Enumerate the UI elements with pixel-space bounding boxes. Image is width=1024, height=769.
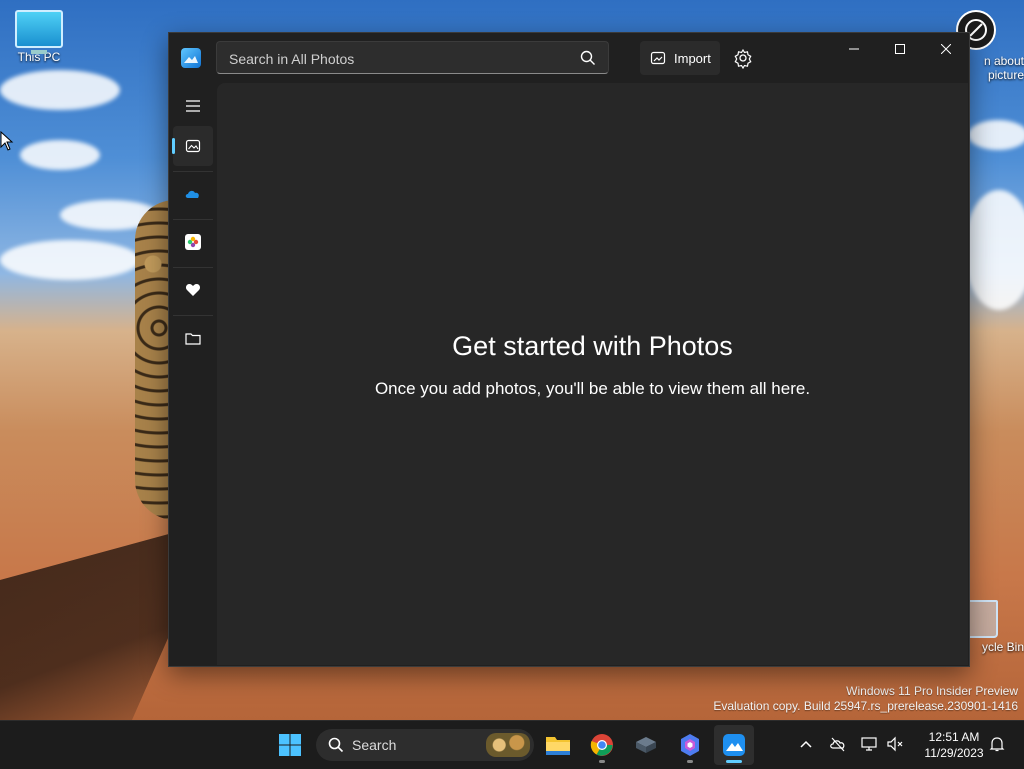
network-icon[interactable] — [860, 735, 878, 753]
desktop-icon-recycle-bin[interactable]: ycle Bin — [962, 600, 1024, 654]
clock-time: 12:51 AM — [928, 730, 980, 744]
watermark-line: Windows 11 Pro Insider Preview — [846, 684, 1018, 698]
os-watermark: Windows 11 Pro Insider Preview Evaluatio… — [713, 684, 1018, 714]
desktop-icon-label: picture — [987, 68, 1024, 82]
taskbar-file-explorer[interactable] — [538, 725, 578, 765]
import-label: Import — [674, 50, 711, 66]
taskbar-search-label: Search — [352, 737, 397, 753]
wallpaper-cloud — [20, 140, 100, 170]
onedrive-icon — [185, 190, 199, 198]
folder-icon — [185, 333, 201, 345]
virtualbox-icon — [636, 737, 656, 753]
recycle-bin-icon — [966, 600, 998, 638]
minimize-icon — [849, 48, 859, 50]
hamburger-icon — [186, 100, 200, 112]
desktop-icon-label: ycle Bin — [981, 640, 1024, 654]
taskbar-search[interactable]: Search — [316, 729, 534, 761]
nav-icloud-photos[interactable] — [173, 222, 213, 262]
copilot-icon — [681, 734, 699, 756]
photos-app-icon — [723, 734, 745, 756]
system-clock[interactable]: 12:51 AM 11/29/2023 — [914, 729, 994, 761]
taskbar-photos[interactable] — [714, 725, 754, 765]
active-indicator — [726, 760, 742, 763]
notification-bell-icon[interactable] — [988, 735, 1006, 753]
nav-folders[interactable] — [173, 318, 213, 358]
folder-icon — [546, 737, 570, 755]
photo-gallery-icon — [185, 139, 201, 153]
import-button[interactable]: Import — [640, 41, 720, 75]
icloud-photos-icon — [185, 234, 201, 250]
onedrive-offline-icon[interactable] — [829, 735, 847, 753]
photos-window: Import — [168, 32, 970, 667]
search-input[interactable] — [227, 42, 571, 75]
maximize-icon — [895, 44, 905, 54]
close-button[interactable] — [923, 33, 969, 65]
watermark-line: Evaluation copy. Build 25947.rs_prerelea… — [713, 699, 1018, 713]
search-box[interactable] — [216, 41, 609, 75]
wallpaper-cloud — [964, 190, 1024, 310]
start-button[interactable] — [270, 725, 310, 765]
nav-divider — [173, 315, 213, 316]
maximize-button[interactable] — [877, 33, 923, 65]
nav-divider — [173, 171, 213, 172]
wallpaper-cloud — [968, 120, 1024, 150]
nav-divider — [173, 219, 213, 220]
taskbar: Search 12:51 AM 11/29/2023 — [0, 720, 1024, 769]
clock-date: 11/29/2023 — [924, 746, 984, 760]
title-bar[interactable]: Import — [169, 33, 969, 83]
main-content: Get started with Photos Once you add pho… — [217, 83, 968, 665]
search-icon — [328, 737, 344, 753]
chrome-icon — [590, 734, 613, 756]
chevron-up-icon[interactable] — [797, 735, 815, 753]
taskbar-copilot[interactable] — [670, 725, 710, 765]
volume-muted-icon[interactable] — [886, 735, 904, 753]
running-indicator — [599, 760, 605, 763]
taskbar-chrome[interactable] — [582, 725, 622, 765]
nav-all-photos[interactable] — [172, 126, 213, 166]
hamburger-menu-button[interactable] — [173, 86, 213, 126]
navigation-sidebar — [169, 83, 217, 666]
desktop-icon-this-pc[interactable]: This PC — [10, 10, 68, 64]
gear-icon[interactable] — [732, 47, 754, 69]
computer-icon — [15, 10, 63, 54]
search-icon[interactable] — [580, 50, 596, 66]
nav-favorites[interactable] — [173, 270, 213, 310]
wallpaper-cloud — [0, 240, 140, 280]
empty-state-subtitle: Once you add photos, you'll be able to v… — [374, 379, 811, 398]
search-highlight-icon — [486, 733, 530, 757]
nav-onedrive[interactable] — [173, 174, 213, 214]
running-indicator — [687, 760, 693, 763]
nav-divider — [173, 267, 213, 268]
taskbar-virtualbox[interactable] — [626, 725, 666, 765]
wallpaper-cloud — [0, 70, 120, 110]
close-icon — [941, 44, 951, 54]
photos-app-icon — [181, 48, 201, 68]
heart-icon — [185, 284, 201, 296]
empty-state-title: Get started with Photos — [452, 331, 733, 361]
desktop-icon-label: n about — [983, 54, 1024, 68]
mouse-cursor-icon — [0, 131, 14, 151]
minimize-button[interactable] — [831, 33, 877, 65]
import-icon — [650, 51, 666, 65]
windows-logo-icon — [279, 734, 301, 756]
